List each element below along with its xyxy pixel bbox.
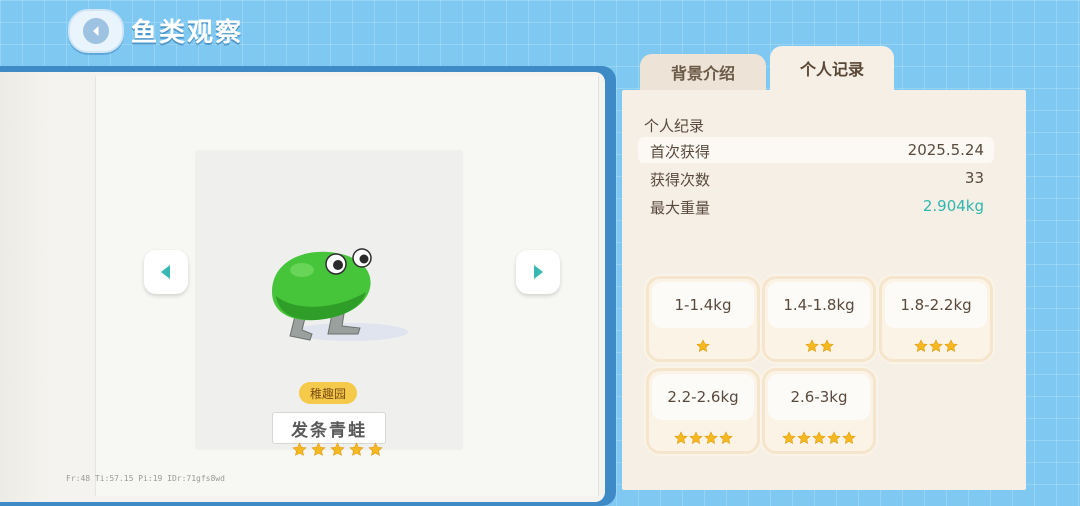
- record-value: 2025.5.24: [907, 141, 984, 159]
- star-icon: [673, 431, 688, 445]
- back-button[interactable]: [68, 9, 124, 53]
- star-icon: [812, 431, 826, 445]
- record-label: 首次获得: [650, 143, 711, 161]
- back-arrow-icon: [83, 18, 109, 44]
- page-title: 鱼类观察: [131, 18, 244, 48]
- next-fish-button[interactable]: [516, 250, 560, 294]
- star-icon: [718, 431, 733, 445]
- star-icon: [944, 339, 958, 353]
- record-label: 最大重量: [650, 199, 711, 217]
- weight-tier-stars: [649, 337, 757, 355]
- star-icon: [696, 339, 710, 353]
- star-icon: [688, 431, 703, 445]
- record-value: 33: [964, 169, 984, 187]
- tab-background-intro[interactable]: 背景介绍: [640, 54, 766, 90]
- weight-tier-card: 1-1.4kg: [646, 276, 760, 362]
- prev-fish-button[interactable]: [144, 250, 188, 294]
- weight-tier-card: 2.2-2.6kg: [646, 368, 760, 454]
- star-icon: [703, 431, 718, 445]
- weight-tier-card: 1.4-1.8kg: [762, 276, 876, 362]
- record-row-max-weight: 最大重量 2.904kg: [638, 193, 994, 219]
- star-icon: [819, 339, 834, 353]
- weight-tier-card: 1.8-2.2kg: [879, 276, 993, 362]
- weight-tier-stars: [882, 337, 990, 355]
- weight-tier-stars: [765, 337, 873, 355]
- weight-tier-card: 2.6-3kg: [762, 368, 876, 454]
- fish-name: 发条青蛙: [272, 412, 386, 444]
- habitat-tag: 稚趣园: [299, 382, 357, 404]
- tab-personal-record[interactable]: 个人记录: [770, 46, 894, 90]
- weight-tier-stars: [765, 429, 873, 447]
- weight-tier-range: 1.4-1.8kg: [768, 282, 870, 328]
- weight-tier-stars: [649, 429, 757, 447]
- star-icon: [330, 442, 345, 456]
- record-value: 2.904kg: [922, 197, 984, 215]
- weight-tier-range: 2.6-3kg: [768, 374, 870, 420]
- record-row-first-obtained: 首次获得 2025.5.24: [638, 137, 994, 163]
- star-icon: [292, 442, 307, 456]
- star-icon: [827, 431, 841, 445]
- star-icon: [842, 431, 856, 445]
- right-arrow-icon: [534, 265, 543, 279]
- star-icon: [368, 442, 383, 456]
- star-icon: [914, 339, 928, 353]
- fish-star-rating: [292, 442, 383, 457]
- wind-up-frog-image: [272, 248, 408, 341]
- left-arrow-icon: [161, 265, 170, 279]
- weight-tier-range: 2.2-2.6kg: [652, 374, 754, 420]
- record-heading: 个人纪录: [644, 117, 705, 135]
- star-icon: [311, 442, 326, 456]
- weight-tier-range: 1.8-2.2kg: [885, 282, 987, 328]
- star-icon: [804, 339, 819, 353]
- star-icon: [349, 442, 364, 456]
- debug-overlay: Fr:48 Ti:57.15 Pi:19 IDr:71gfs8wd: [66, 474, 225, 483]
- star-icon: [797, 431, 811, 445]
- weight-tier-range: 1-1.4kg: [652, 282, 754, 328]
- record-label: 获得次数: [650, 171, 711, 189]
- star-icon: [782, 431, 796, 445]
- star-icon: [929, 339, 943, 353]
- record-row-obtain-count: 获得次数 33: [638, 165, 994, 191]
